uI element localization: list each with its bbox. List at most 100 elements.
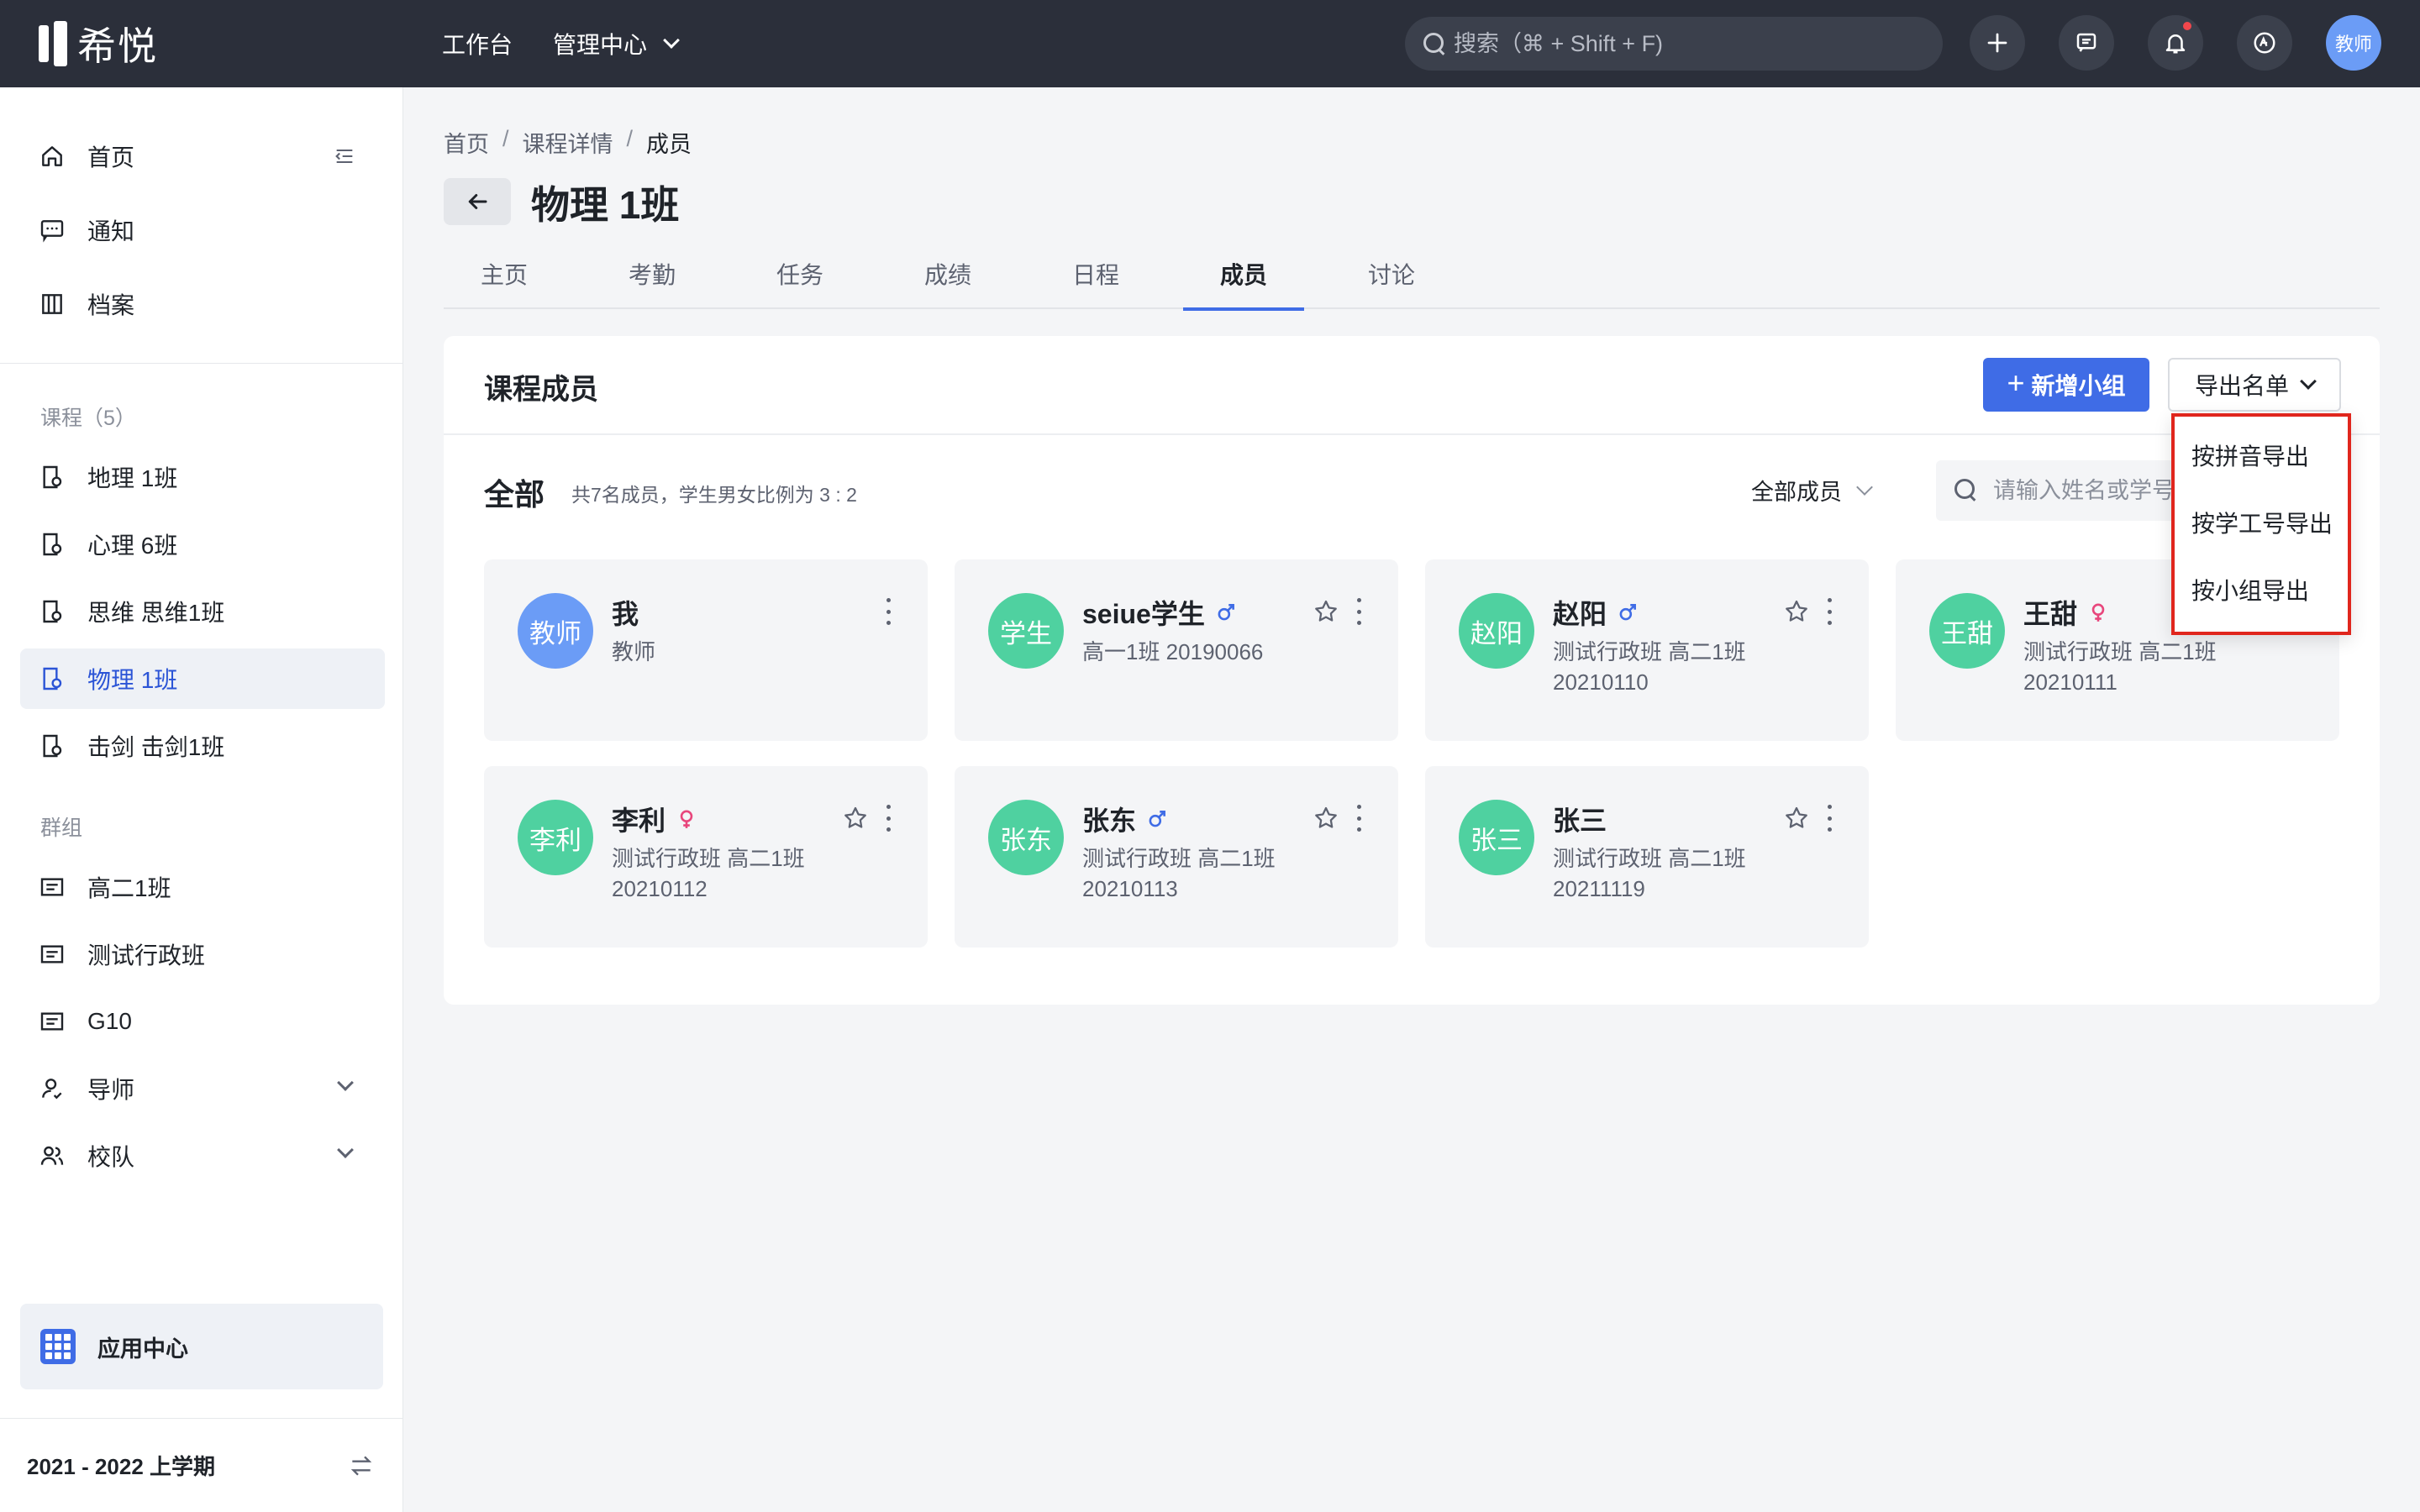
- member-class: 测试行政班 高二1班: [2023, 639, 2217, 664]
- global-search[interactable]: [1405, 17, 1943, 71]
- sidebar-item-course[interactable]: 击剑 击剑1班: [20, 716, 385, 776]
- star-icon[interactable]: [1313, 805, 1339, 832]
- sidebar: 首页 通知 档案 课程（5） 地理 1班 心理 6班 思维 思维1班 物理 1班…: [0, 87, 403, 1512]
- member-name: seiue学生: [1082, 599, 1205, 629]
- female-icon: [2087, 601, 2109, 623]
- app-logo[interactable]: 希悦: [39, 20, 158, 68]
- add-group-label: 新增小组: [2031, 373, 2126, 399]
- sidebar-item-archive[interactable]: 档案: [20, 274, 385, 334]
- female-icon: [676, 808, 697, 830]
- breadcrumb-course-detail[interactable]: 课程详情: [523, 126, 613, 159]
- more-icon[interactable]: [884, 598, 892, 625]
- sidebar-item-mentor[interactable]: 导师: [20, 1058, 385, 1119]
- arrow-left-icon: [468, 194, 487, 209]
- help-button[interactable]: [2237, 15, 2292, 71]
- nav-workbench[interactable]: 工作台: [442, 27, 513, 60]
- sidebar-item-group[interactable]: 测试行政班: [20, 924, 385, 984]
- add-group-button[interactable]: + 新增小组: [1983, 358, 2149, 412]
- member-class: 测试行政班 高二1班: [1553, 846, 1746, 871]
- search-icon: [1423, 33, 1445, 55]
- member-filter-select[interactable]: 全部成员: [1751, 474, 1873, 507]
- member-id: 20210111: [2023, 669, 2118, 695]
- tab-home[interactable]: 主页: [444, 252, 565, 309]
- groups-heading: 群组: [40, 816, 83, 840]
- tab-discussion[interactable]: 讨论: [1331, 252, 1452, 309]
- sidebar-item-group[interactable]: 高二1班: [20, 857, 385, 917]
- member-card[interactable]: 李利 李利 测试行政班 高二1班 20210112: [484, 766, 928, 948]
- class-icon: [39, 941, 66, 968]
- back-button[interactable]: [444, 178, 511, 225]
- member-card[interactable]: 学生 seiue学生 高一1班 20190066: [955, 559, 1398, 741]
- sidebar-divider: [0, 363, 403, 364]
- term-selector[interactable]: 2021 - 2022 上学期: [0, 1418, 403, 1512]
- notification-dot: [2181, 20, 2193, 32]
- member-card[interactable]: 赵阳 赵阳 测试行政班 高二1班 20210110: [1425, 559, 1869, 741]
- sidebar-item-course[interactable]: 思维 思维1班: [20, 581, 385, 642]
- tab-attendance[interactable]: 考勤: [592, 252, 713, 309]
- member-avatar: 学生: [988, 593, 1064, 669]
- more-icon[interactable]: [1355, 598, 1363, 625]
- chevron-down-icon[interactable]: [337, 1142, 354, 1158]
- male-icon: [1146, 808, 1168, 830]
- more-icon[interactable]: [884, 805, 892, 832]
- sidebar-item-group[interactable]: G10: [20, 991, 385, 1052]
- member-class: 教师: [612, 639, 656, 664]
- member-card[interactable]: 张东 张东 测试行政班 高二1班 20210113: [955, 766, 1398, 948]
- add-button[interactable]: [1970, 15, 2025, 71]
- member-name: 张三: [1553, 806, 1607, 836]
- star-icon[interactable]: [1783, 598, 1810, 625]
- breadcrumb-home[interactable]: 首页: [444, 126, 489, 159]
- sidebar-item-home[interactable]: 首页: [20, 126, 385, 186]
- star-icon[interactable]: [842, 805, 869, 832]
- sidebar-item-label: 测试行政班: [87, 942, 206, 969]
- sidebar-item-label: 击剑 击剑1班: [87, 734, 225, 760]
- sidebar-item-label: 档案: [87, 292, 135, 318]
- sidebar-item-team[interactable]: 校队: [20, 1126, 385, 1186]
- sidebar-item-course[interactable]: 心理 6班: [20, 514, 385, 575]
- member-card[interactable]: 张三 张三 测试行政班 高二1班 20211119: [1425, 766, 1869, 948]
- export-by-pinyin[interactable]: 按拼音导出: [2175, 422, 2348, 489]
- star-icon[interactable]: [1783, 805, 1810, 832]
- member-avatar: 李利: [518, 800, 593, 875]
- more-icon[interactable]: [1825, 805, 1833, 832]
- sidebar-item-course-active[interactable]: 物理 1班: [20, 648, 385, 709]
- tab-tasks[interactable]: 任务: [739, 252, 860, 309]
- member-id: 20211119: [1553, 876, 1645, 901]
- sidebar-item-label: 心理 6班: [87, 533, 178, 559]
- export-by-group[interactable]: 按小组导出: [2175, 556, 2348, 623]
- sidebar-item-label: 导师: [87, 1077, 135, 1103]
- sidebar-item-label: 思维 思维1班: [87, 600, 225, 626]
- member-name: 李利: [612, 806, 666, 836]
- member-card[interactable]: 教师我教师: [484, 559, 928, 741]
- app-center-button[interactable]: 应用中心: [20, 1304, 383, 1389]
- nav-admin-center[interactable]: 管理中心: [553, 27, 680, 60]
- chat-button[interactable]: [2059, 15, 2114, 71]
- user-avatar[interactable]: 教师: [2326, 15, 2381, 71]
- member-name: 张东: [1082, 806, 1137, 836]
- sidebar-item-course[interactable]: 地理 1班: [20, 447, 385, 507]
- export-list-button[interactable]: 导出名单: [2168, 358, 2341, 412]
- more-icon[interactable]: [1355, 805, 1363, 832]
- member-class: 测试行政班 高二1班: [1553, 639, 1746, 664]
- collapse-sidebar-icon[interactable]: [333, 144, 356, 168]
- global-search-input[interactable]: [1454, 30, 1907, 57]
- tab-schedule[interactable]: 日程: [1035, 252, 1156, 309]
- member-avatar: 教师: [518, 593, 593, 669]
- member-name-row: 张东: [1082, 800, 1168, 838]
- tab-members[interactable]: 成员: [1183, 252, 1304, 311]
- star-icon[interactable]: [1313, 598, 1339, 625]
- bell-icon: [2165, 34, 2186, 54]
- tab-grades[interactable]: 成绩: [887, 252, 1008, 309]
- course-icon: [39, 464, 66, 491]
- sidebar-item-notice[interactable]: 通知: [20, 200, 385, 260]
- chat-icon: [2076, 33, 2096, 52]
- chevron-down-icon[interactable]: [337, 1074, 354, 1091]
- top-actions: 教师: [1970, 15, 2381, 71]
- member-filter-label: 全部成员: [1751, 480, 1842, 505]
- export-by-student-id[interactable]: 按学工号导出: [2175, 489, 2348, 556]
- notification-button[interactable]: [2148, 15, 2203, 71]
- member-avatar: 张东: [988, 800, 1064, 875]
- swap-icon[interactable]: [348, 1452, 375, 1479]
- more-icon[interactable]: [1825, 598, 1833, 625]
- course-icon: [39, 598, 66, 625]
